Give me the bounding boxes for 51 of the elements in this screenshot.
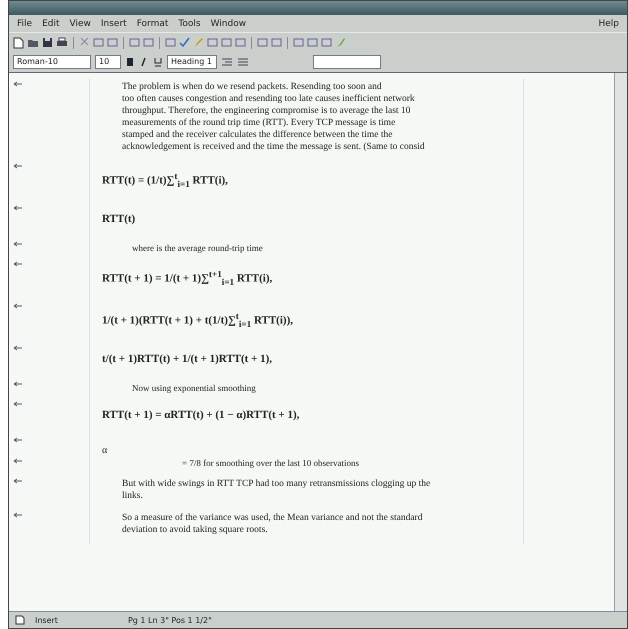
formula: RTT(t) = (1/t)∑$^{t}$$_{i=1}$ RTT(i), (102, 170, 229, 191)
position-text: Pg 1 Ln 3" Pos 1 1/2" (128, 616, 212, 624)
style-field[interactable]: Heading 1 (167, 55, 217, 69)
margin-mark-icon (13, 81, 23, 88)
menu-item[interactable]: Help (598, 18, 619, 28)
menu-item[interactable]: Tools (178, 18, 201, 28)
page-icon[interactable] (13, 36, 24, 48)
menu-item[interactable]: Edit (42, 18, 60, 28)
size-field[interactable]: 10 (95, 55, 121, 69)
paragraph: So a measure of the variance was used, the Mean variance and not the standard deviation to avoid taking square roots. (121, 512, 424, 537)
formula: RTT(t + 1) = αRTT(t) + (1 − α)RTT(t + 1), (102, 408, 300, 423)
margin-mark-icon (13, 240, 23, 248)
printer-icon[interactable] (56, 37, 68, 48)
menu-item[interactable]: Insert (100, 18, 127, 28)
menu-item[interactable]: Format (136, 18, 168, 28)
menu-item[interactable]: File (17, 18, 32, 28)
mode-text: Insert (35, 616, 58, 624)
margin-mark-icon (13, 458, 23, 465)
marker-icon[interactable] (335, 37, 346, 48)
underline-icon[interactable] (153, 57, 163, 67)
input-field[interactable] (313, 55, 381, 69)
scrollbar[interactable] (614, 73, 627, 611)
margin-mark-icon (13, 380, 23, 388)
formula: RTT(t) (102, 212, 136, 227)
formula: t/(t + 1)RTT(t) + 1/(t + 1)RTT(t + 1), (102, 352, 274, 367)
menu-item[interactable]: View (70, 18, 91, 28)
formula: 1/(t + 1)(RTT(t + 1) + t(1/t)∑$^{t}$$_{i=1}$ RTT(i)), (102, 310, 294, 331)
margin-mark-icon (13, 512, 23, 519)
margin-mark-icon (13, 478, 23, 485)
margin-mark-icon (13, 163, 23, 170)
margin-mark-icon (13, 204, 23, 212)
folder-icon[interactable] (27, 37, 39, 48)
paragraph: But with wide swings in RTT TCP had too many retransmissions clogging up the links. (121, 478, 432, 503)
paragraph: The problem is when do we resend packets. Resending too soon and too often causes congestion and resending too late causes inefficient network throughput. Therefore, the engineering compromise is to average the last 10 measurements of the round trip time (RTT). Every TCP message is time stamped and the receiver calculates the difference between the time the acknowledgement is received and the time the message is sent. (Same to consid (121, 81, 426, 154)
page-icon (15, 615, 25, 625)
formula: RTT(t + 1) = 1/(t + 1)∑$^{t+1}$$_{i=1}$ RTT(i), (102, 268, 274, 289)
margin-mark-icon (13, 400, 23, 408)
menu-item[interactable]: Window (210, 18, 246, 28)
margin-mark-icon (13, 436, 23, 444)
margin-mark-icon (13, 302, 23, 310)
margin-mark-icon (13, 260, 23, 268)
list-text: = 7/8 for smoothing over the last 10 observations (181, 456, 360, 470)
check-icon[interactable] (179, 37, 190, 48)
note-text: Now using exponential smoothing (131, 382, 257, 395)
scissors-icon[interactable] (79, 37, 90, 48)
note-text: where is the average round-trip time (131, 242, 264, 255)
font-field[interactable]: Roman-10 (13, 55, 91, 69)
bold-icon[interactable] (125, 57, 135, 67)
indent-icon[interactable] (221, 57, 233, 67)
symbol-text: α (102, 444, 108, 456)
margin-mark-icon (13, 344, 23, 352)
